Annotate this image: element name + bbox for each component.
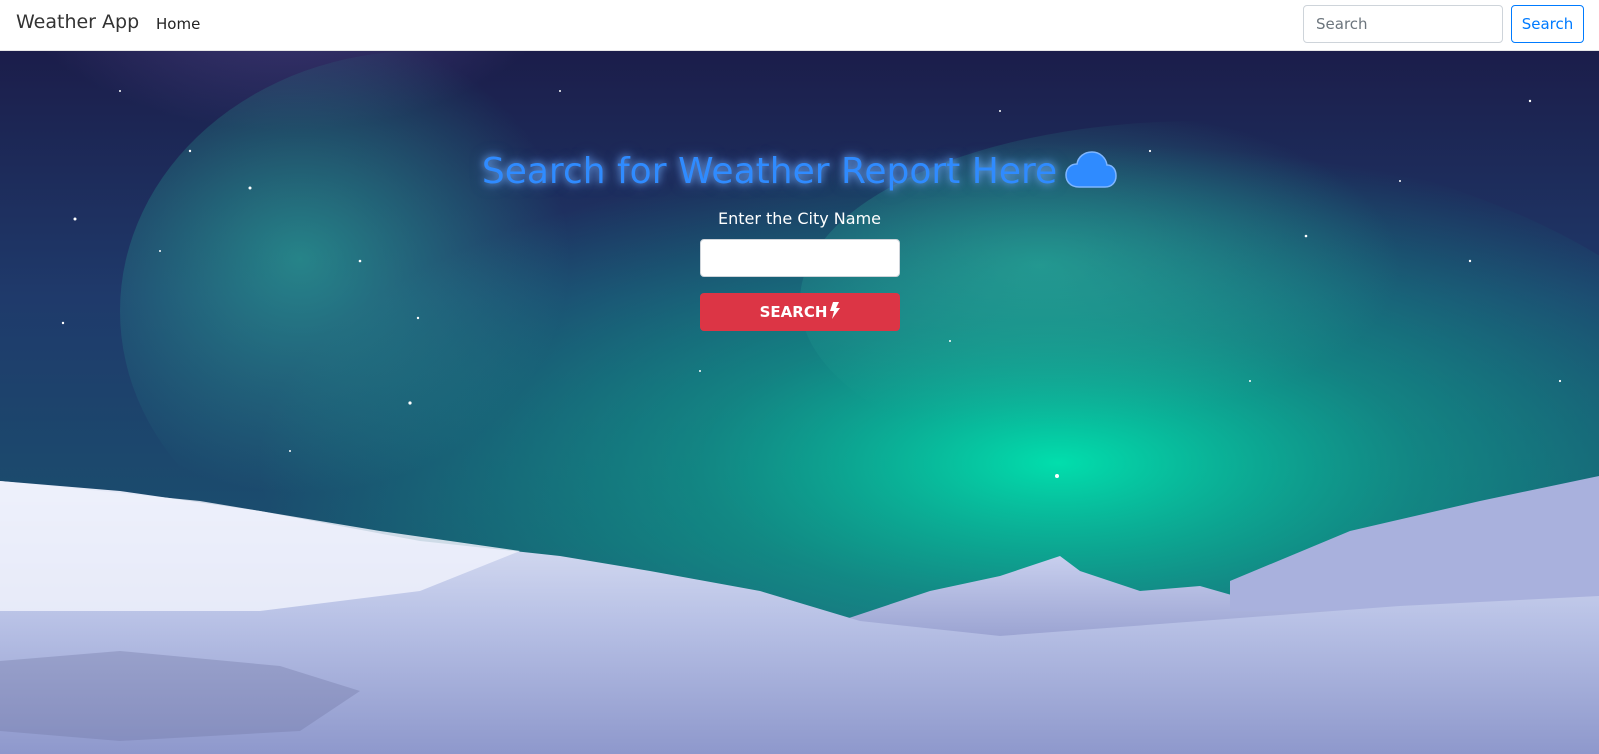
- bolt-icon: [830, 301, 841, 323]
- hero-background: Search for Weather Report Here Enter the…: [0, 51, 1599, 754]
- weather-app: Weather App Home Search Search Search fo…: [0, 0, 1599, 754]
- nav-search-button[interactable]: Search: [1511, 5, 1584, 43]
- nav-home-link[interactable]: Home: [156, 15, 200, 33]
- weather-search-button-label: SEARCH: [759, 303, 828, 321]
- nav-search-input[interactable]: [1303, 5, 1503, 43]
- brand-link[interactable]: Weather App: [16, 11, 139, 33]
- city-name-label: Enter the City Name: [717, 209, 882, 228]
- page-heading: Search for Weather Report Here: [0, 151, 1599, 198]
- cloud-icon: [1065, 151, 1117, 198]
- city-name-input[interactable]: [700, 239, 900, 277]
- weather-search-button[interactable]: SEARCH: [700, 293, 900, 331]
- heading-text: Search for Weather Report Here: [481, 151, 1058, 192]
- top-navbar: Weather App Home Search: [0, 0, 1599, 51]
